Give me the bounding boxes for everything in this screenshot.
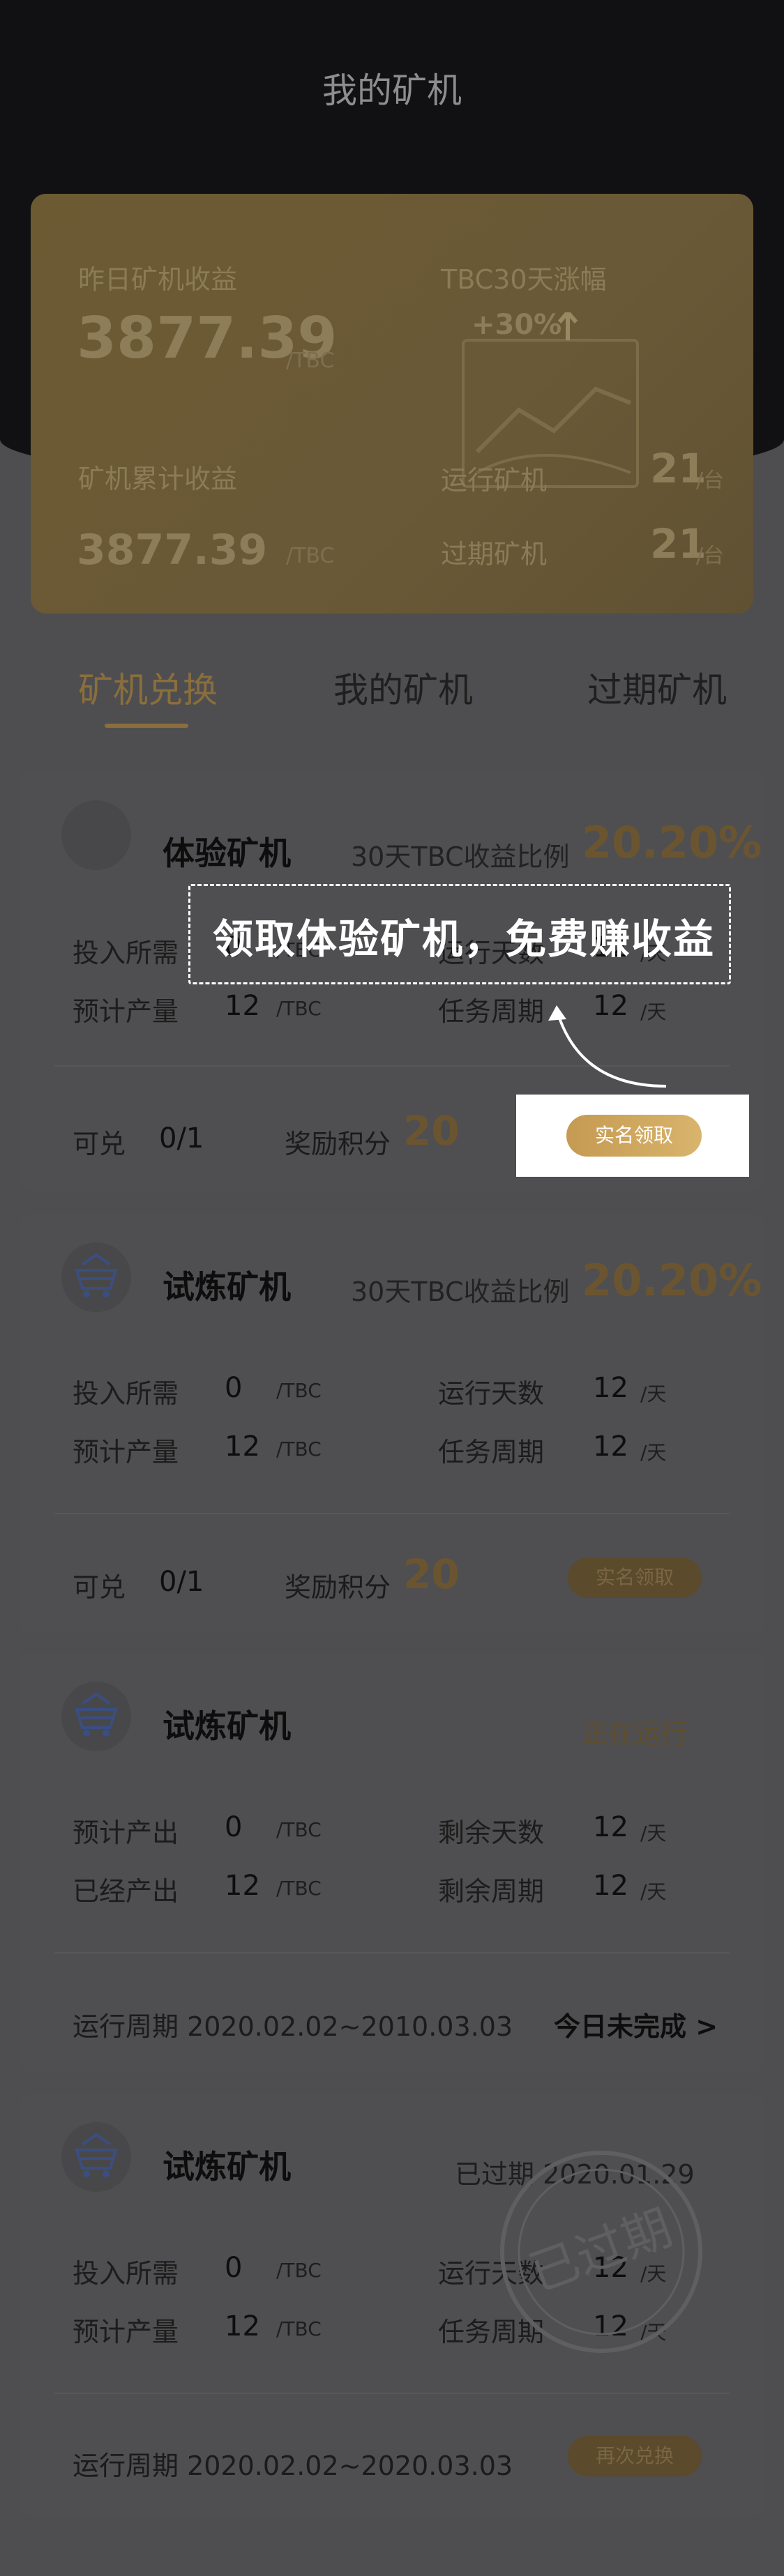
cart-icon <box>75 2133 118 2177</box>
row-value: 12 <box>593 1431 628 1463</box>
verify-claim-button[interactable]: 实名领取 <box>566 1115 702 1157</box>
miner-icon <box>61 800 131 870</box>
row-value: 12 <box>225 990 260 1022</box>
row-label: 投入所需 <box>73 2258 179 2289</box>
row-label: 预计产量 <box>73 996 179 1027</box>
redeem-label: 可兑 <box>73 1129 126 1159</box>
row-unit: /TBC <box>276 2259 322 2282</box>
tab-expired-miners[interactable]: 过期矿机 <box>587 662 727 712</box>
guide-tip-text: 领取体验矿机，免费赚收益 <box>212 915 715 963</box>
row-unit: /TBC <box>276 2317 322 2340</box>
total-earnings-unit: /TBC <box>286 544 335 568</box>
running-miners-label: 运行矿机 <box>441 465 548 496</box>
row-value: 12 <box>593 1372 628 1404</box>
total-earnings-value: 3877.39 <box>77 526 268 574</box>
row-value: 12 <box>593 1870 628 1902</box>
row-value: 12 <box>225 2310 260 2342</box>
points-value: 20 <box>403 1550 460 1598</box>
row-label: 剩余天数 <box>438 1817 545 1848</box>
points-label: 奖励积分 <box>285 1572 391 1603</box>
miner-name: 试炼矿机 <box>163 1707 291 1745</box>
points-value: 20 <box>403 1107 460 1154</box>
yesterday-earnings-label: 昨日矿机收益 <box>78 264 238 295</box>
divider <box>54 2393 730 2394</box>
miner-icon <box>61 1242 131 1312</box>
divider <box>54 1513 730 1514</box>
run-period: 运行周期 2020.02.02~2010.03.03 <box>73 2011 513 2042</box>
divider <box>54 1952 730 1953</box>
tab-my-miners[interactable]: 我的矿机 <box>333 662 473 712</box>
row-unit: /TBC <box>276 1379 322 1402</box>
row-unit: /TBC <box>276 1818 322 1841</box>
verify-claim-button[interactable]: 实名领取 <box>568 1557 702 1598</box>
re-exchange-button[interactable]: 再次兑换 <box>568 2436 702 2476</box>
growth-value: +30% <box>472 309 562 341</box>
row-value: 0 <box>225 1372 243 1404</box>
row-unit: /天 <box>640 1880 667 1903</box>
incomplete-today-link[interactable]: 今日未完成 > <box>554 2005 718 2043</box>
row-value: 12 <box>593 1811 628 1843</box>
miner-card-running: 试炼矿机 正在运行 预计产出 0 /TBC 剩余天数 12 /天 已经产出 12… <box>20 1654 764 2072</box>
link-label: 今日未完成 <box>554 2011 687 2042</box>
row-label: 任务周期 <box>438 996 545 1027</box>
page-title: 我的矿机 <box>322 70 462 111</box>
miner-name: 体验矿机 <box>163 834 291 872</box>
expired-stamp: 已过期 <box>500 2151 702 2353</box>
row-label: 已经产出 <box>73 1876 179 1907</box>
expired-miners-label: 过期矿机 <box>441 539 548 570</box>
row-value: 0 <box>225 2252 243 2284</box>
row-unit: /天 <box>640 1441 667 1464</box>
redeem-value: 0/1 <box>159 1566 204 1598</box>
row-label: 预计产量 <box>73 2317 179 2347</box>
total-earnings-label: 矿机累计收益 <box>78 464 238 494</box>
miner-name: 试炼矿机 <box>163 2148 291 2186</box>
row-unit: /TBC <box>276 1877 322 1900</box>
cart-icon <box>75 1253 118 1297</box>
active-tab-indicator <box>105 724 188 728</box>
row-label: 运行天数 <box>438 1378 545 1409</box>
row-value: 0 <box>225 1811 243 1843</box>
row-label: 任务周期 <box>438 1437 545 1468</box>
miner-name: 试炼矿机 <box>163 1268 291 1306</box>
running-status: 正在运行 <box>582 1718 688 1749</box>
ratio-label: 30天TBC收益比例 <box>351 841 570 872</box>
row-label: 投入所需 <box>73 1378 179 1409</box>
row-unit: /天 <box>640 1382 667 1405</box>
row-label: 投入所需 <box>73 938 179 968</box>
redeem-label: 可兑 <box>73 1572 126 1603</box>
row-label: 剩余周期 <box>438 1876 545 1907</box>
miner-icon <box>61 2122 131 2192</box>
row-value: 12 <box>225 1431 260 1463</box>
chevron-right-icon: > <box>695 2011 718 2042</box>
row-unit: /天 <box>640 1822 667 1845</box>
stamp-text: 已过期 <box>522 2199 679 2303</box>
points-label: 奖励积分 <box>285 1129 391 1159</box>
ratio-value: 20.20% <box>582 817 762 868</box>
run-period: 运行周期 2020.02.02~2020.03.03 <box>73 2451 513 2481</box>
yesterday-earnings-unit: /TBC <box>286 349 335 373</box>
ratio-value: 20.20% <box>582 1255 762 1306</box>
growth-label: TBC30天涨幅 <box>441 264 607 295</box>
tab-miner-exchange[interactable]: 矿机兑换 <box>78 662 218 712</box>
miner-tabs: 矿机兑换 我的矿机 过期矿机 <box>0 662 784 732</box>
earnings-summary-card: 昨日矿机收益 3877.39 /TBC TBC30天涨幅 +30% 矿机累计收益… <box>31 194 753 613</box>
row-value: 12 <box>225 1870 260 1902</box>
ratio-label: 30天TBC收益比例 <box>351 1276 570 1307</box>
redeem-value: 0/1 <box>159 1122 204 1154</box>
cart-icon <box>75 1692 118 1737</box>
row-unit: /TBC <box>276 997 322 1020</box>
miner-card-practice: 试炼矿机 30天TBC收益比例 20.20% 投入所需 0 /TBC 运行天数 … <box>20 1214 764 1633</box>
expired-miners-unit: /台 <box>696 544 725 568</box>
miner-icon <box>61 1682 131 1751</box>
row-label: 预计产出 <box>73 1817 179 1848</box>
row-label: 预计产量 <box>73 1437 179 1468</box>
row-unit: /TBC <box>276 1438 322 1461</box>
running-miners-unit: /台 <box>696 468 725 493</box>
guide-arrow-icon <box>548 1005 667 1088</box>
